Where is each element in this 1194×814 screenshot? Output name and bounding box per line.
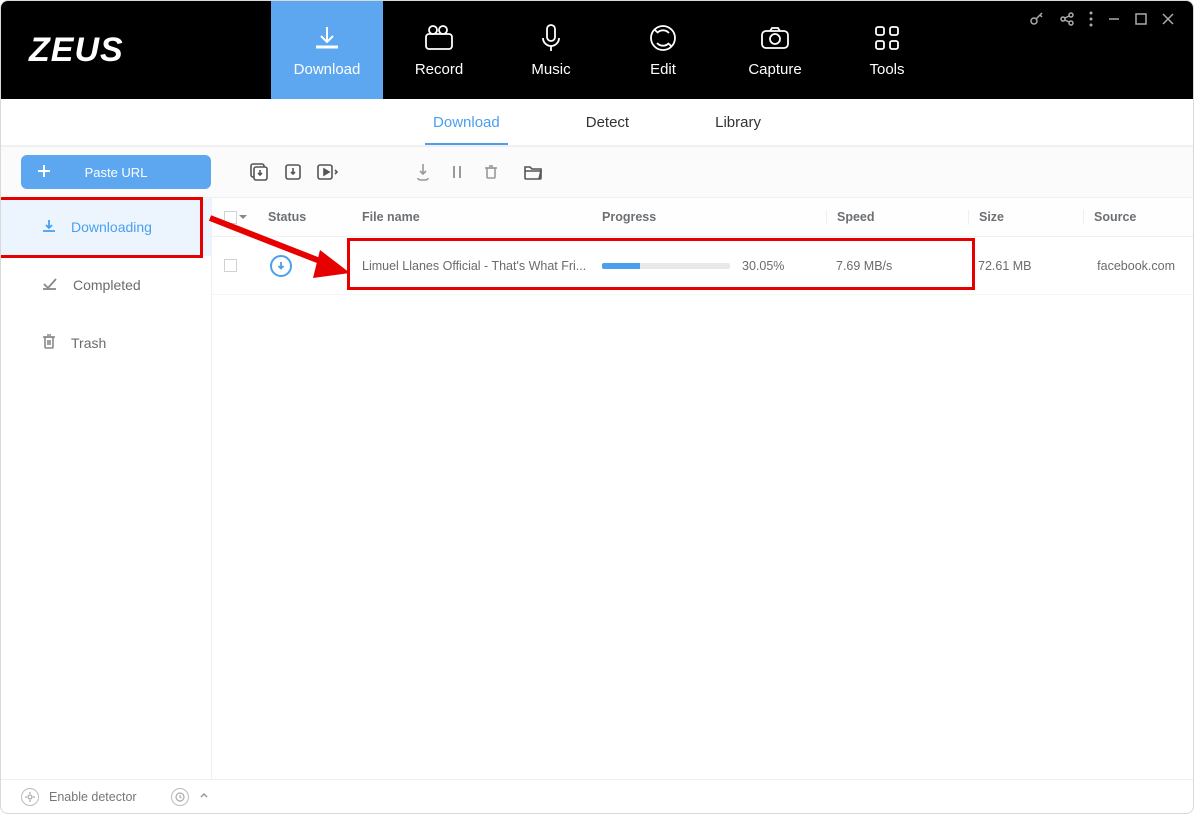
tab-music[interactable]: Music — [495, 1, 607, 99]
tab-record[interactable]: Record — [383, 1, 495, 99]
open-folder-icon[interactable] — [519, 158, 547, 186]
tab-label: Record — [415, 61, 463, 78]
row-source: facebook.com — [1083, 259, 1193, 273]
tool-group-2 — [409, 158, 547, 186]
key-icon[interactable] — [1029, 11, 1045, 27]
batch-download-icon[interactable] — [245, 158, 273, 186]
sidebar: Downloading Completed Trash — [1, 197, 211, 779]
record-icon — [423, 23, 455, 53]
table-row[interactable]: Limuel Llanes Official - That's What Fri… — [212, 237, 1193, 295]
music-icon — [538, 23, 564, 53]
window-controls — [1029, 11, 1175, 27]
edit-icon — [648, 23, 678, 53]
video-options-icon[interactable] — [313, 158, 341, 186]
table-header: Status File name Progress Speed Size Sou… — [212, 197, 1193, 237]
tab-label: Tools — [869, 61, 904, 78]
logo-text: ZEUS — [29, 31, 124, 70]
header-source[interactable]: Source — [1083, 210, 1193, 224]
toolbar: Paste URL — [1, 147, 1193, 197]
sidebar-label: Trash — [71, 335, 106, 351]
nav-tabs: Download Record Music Edit — [271, 1, 943, 99]
row-checkbox[interactable] — [224, 259, 268, 272]
top-bar: ZEUS Download Record Music — [1, 1, 1193, 99]
tab-label: Music — [531, 61, 570, 78]
subtab-library[interactable]: Library — [707, 102, 769, 145]
tab-download[interactable]: Download — [271, 1, 383, 99]
header-speed[interactable]: Speed — [826, 210, 968, 224]
single-download-icon[interactable] — [279, 158, 307, 186]
row-speed: 7.69 MB/s — [826, 259, 968, 273]
more-icon[interactable] — [1089, 11, 1093, 27]
pause-icon[interactable] — [443, 158, 471, 186]
resume-icon[interactable] — [409, 158, 437, 186]
trash-icon — [41, 333, 57, 354]
schedule-icon[interactable] — [171, 788, 189, 806]
row-size: 72.61 MB — [968, 259, 1083, 273]
tab-label: Capture — [748, 61, 801, 78]
tab-label: Edit — [650, 61, 676, 78]
row-progress: 30.05% — [602, 259, 826, 273]
detector-label[interactable]: Enable detector — [49, 790, 137, 804]
detector-icon[interactable] — [21, 788, 39, 806]
subtab-detect[interactable]: Detect — [578, 102, 637, 145]
tab-capture[interactable]: Capture — [719, 1, 831, 99]
body-area: Paste URL Downloading — [1, 147, 1193, 813]
check-icon — [41, 276, 59, 295]
row-status — [268, 255, 362, 277]
sidebar-label: Completed — [73, 277, 141, 293]
logo: ZEUS — [1, 1, 271, 99]
download-icon — [312, 23, 342, 53]
sub-nav: Download Detect Library — [1, 99, 1193, 147]
footer: Enable detector — [1, 779, 1193, 813]
app-window: ZEUS Download Record Music — [0, 0, 1194, 814]
progress-bar — [602, 263, 730, 269]
sidebar-item-downloading[interactable]: Downloading — [1, 198, 211, 256]
tools-icon — [874, 23, 900, 53]
minimize-icon[interactable] — [1107, 12, 1121, 26]
maximize-icon[interactable] — [1135, 13, 1147, 25]
sidebar-item-completed[interactable]: Completed — [1, 256, 211, 314]
plus-icon — [37, 164, 51, 181]
delete-icon[interactable] — [477, 158, 505, 186]
paste-url-label: Paste URL — [85, 165, 148, 180]
capture-icon — [759, 23, 791, 53]
close-icon[interactable] — [1161, 12, 1175, 26]
progress-text: 30.05% — [742, 259, 784, 273]
tab-edit[interactable]: Edit — [607, 1, 719, 99]
header-size[interactable]: Size — [968, 210, 1083, 224]
downloading-status-icon — [270, 255, 292, 277]
row-filename: Limuel Llanes Official - That's What Fri… — [362, 259, 602, 273]
chevron-up-icon[interactable] — [199, 790, 209, 804]
tab-tools[interactable]: Tools — [831, 1, 943, 99]
tool-group-1 — [245, 158, 341, 186]
header-progress[interactable]: Progress — [602, 210, 826, 224]
header-filename[interactable]: File name — [362, 210, 602, 224]
paste-url-button[interactable]: Paste URL — [21, 155, 211, 189]
share-icon[interactable] — [1059, 11, 1075, 27]
table-body: Limuel Llanes Official - That's What Fri… — [212, 237, 1193, 779]
tab-label: Download — [294, 61, 361, 78]
header-status[interactable]: Status — [268, 210, 362, 224]
sidebar-label: Downloading — [71, 219, 152, 235]
content: Status File name Progress Speed Size Sou… — [211, 197, 1193, 779]
main: Downloading Completed Trash Sta — [1, 197, 1193, 779]
header-checkbox[interactable] — [224, 211, 268, 224]
download-icon — [41, 218, 57, 237]
sidebar-item-trash[interactable]: Trash — [1, 314, 211, 372]
subtab-download[interactable]: Download — [425, 102, 508, 145]
